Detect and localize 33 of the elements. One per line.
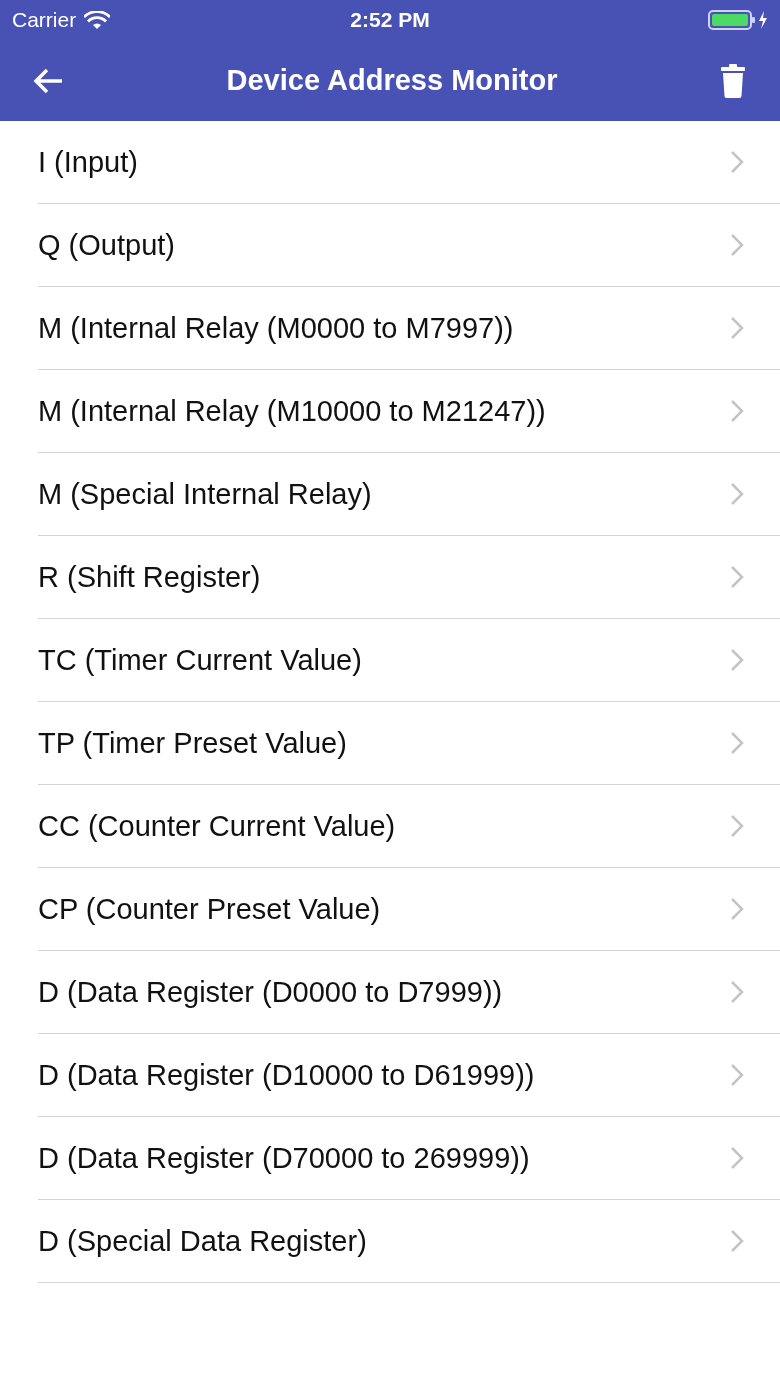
wifi-icon: [84, 10, 111, 30]
chevron-icon: [730, 1063, 744, 1087]
clock-time: 2:52 PM: [350, 8, 430, 32]
list-item[interactable]: M (Internal Relay (M0000 to M7997)): [38, 287, 780, 370]
chevron-icon: [730, 814, 744, 838]
list-item[interactable]: D (Data Register (D0000 to D7999)): [38, 951, 780, 1034]
chevron-icon: [730, 1146, 744, 1170]
list-item[interactable]: R (Shift Register): [38, 536, 780, 619]
chevron-icon: [730, 316, 744, 340]
list-item[interactable]: TP (Timer Preset Value): [38, 702, 780, 785]
chevron-icon: [730, 482, 744, 506]
list-item[interactable]: I (Input): [38, 121, 780, 204]
screen-title: Device Address Monitor: [226, 64, 558, 97]
chevron-icon: [730, 897, 744, 921]
list-item[interactable]: D (Data Register (D70000 to 269999)): [38, 1117, 780, 1200]
carrier-label: Carrier: [12, 8, 77, 32]
chevron-icon: [730, 648, 744, 672]
chevron-icon: [730, 980, 744, 1004]
list-item[interactable]: TC (Timer Current Value): [38, 619, 780, 702]
chevron-icon: [730, 150, 744, 174]
list-item[interactable]: M (Special Internal Relay): [38, 453, 780, 536]
list-item[interactable]: Q (Output): [38, 204, 780, 287]
list-item[interactable]: CP (Counter Preset Value): [38, 868, 780, 951]
chevron-icon: [730, 233, 744, 257]
chevron-icon: [730, 565, 744, 589]
list-item[interactable]: M (Internal Relay (M10000 to M21247)): [38, 370, 780, 453]
list-item[interactable]: CC (Counter Current Value): [38, 785, 780, 868]
list-item[interactable]: D (Special Data Register): [38, 1200, 780, 1283]
list-item[interactable]: D (Data Register (D10000 to D61999)): [38, 1034, 780, 1117]
chevron-icon: [730, 1229, 744, 1253]
battery-icon: [708, 9, 768, 31]
chevron-icon: [730, 399, 744, 423]
chevron-icon: [730, 731, 744, 755]
